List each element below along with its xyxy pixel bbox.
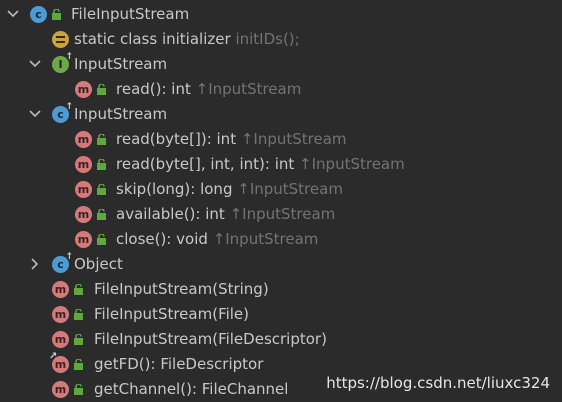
method-label: read(): int ↑InputStream (116, 77, 301, 102)
public-lock-icon (74, 284, 83, 295)
class-icon: c (30, 6, 47, 23)
method-icon: m (75, 231, 92, 248)
tree-node-interface-inputstream[interactable]: I ↑ InputStream (0, 52, 562, 77)
inherited-from-hint: ↑InputStream (299, 155, 405, 173)
public-lock-icon (97, 209, 106, 220)
method-icon: m (52, 381, 69, 398)
inherited-from-hint: ↑InputStream (229, 205, 336, 223)
public-lock-icon (74, 384, 83, 395)
inherited-from-hint: ↑InputStream (212, 230, 319, 248)
public-lock-icon (74, 359, 83, 370)
abstract-class-icon: c ↑ (52, 103, 73, 123)
member-label: getFD(): FileDescriptor (94, 355, 264, 373)
tree-node-object[interactable]: c ↑ Object (0, 252, 562, 277)
method-signature: available(): int (116, 205, 225, 223)
method-icon: m (52, 281, 69, 298)
method-icon: m (75, 181, 92, 198)
method-icon: m (75, 81, 92, 98)
inherited-from-hint: ↑InputStream (195, 80, 302, 98)
root-class-label: FileInputStream (71, 5, 190, 23)
method-icon: m (75, 206, 92, 223)
method-signature: read(byte[], int, int): int (116, 155, 295, 173)
initializer-name: static class initializer (74, 30, 231, 48)
tree-node-constructor[interactable]: m FileInputStream(FileDescriptor) (0, 327, 562, 352)
tree-node-method[interactable]: m read(byte[]): int ↑InputStream (0, 127, 562, 152)
method-label: available(): int ↑InputStream (116, 202, 335, 227)
member-label: FileInputStream(File) (94, 305, 250, 323)
tree-node-method[interactable]: m read(byte[], int, int): int ↑InputStre… (0, 152, 562, 177)
public-lock-icon (97, 84, 106, 95)
tree-node-method[interactable]: m available(): int ↑InputStream (0, 202, 562, 227)
tree-node-root[interactable]: c FileInputStream (0, 2, 562, 27)
method-icon: m (75, 156, 92, 173)
tree-node-constructor[interactable]: m FileInputStream(File) (0, 302, 562, 327)
tree-node-method[interactable]: m skip(long): long ↑InputStream (0, 177, 562, 202)
member-label: FileInputStream(FileDescriptor) (94, 330, 327, 348)
method-signature: read(): int (116, 80, 191, 98)
interface-icon: I ↑ (52, 53, 73, 73)
member-label: FileInputStream(String) (94, 280, 269, 298)
tree-node-class-inputstream[interactable]: c ↑ InputStream (0, 102, 562, 127)
public-lock-icon (52, 9, 61, 20)
inherited-from-hint: ↑InputStream (240, 130, 347, 148)
public-lock-icon (74, 334, 83, 345)
initializer-label: static class initializer initIDs(); (74, 27, 300, 52)
chevron-down-icon[interactable] (6, 2, 20, 27)
tree-node-initializer[interactable]: static class initializer initIDs(); (0, 27, 562, 52)
tree-node-method[interactable]: m close(): void ↑InputStream (0, 227, 562, 252)
tree-node-method[interactable]: m read(): int ↑InputStream (0, 77, 562, 102)
public-lock-icon (97, 134, 106, 145)
object-class-icon: c ↑ (52, 253, 73, 273)
method-icon: m (52, 306, 69, 323)
inherited-arrow-icon: ↑ (65, 252, 73, 262)
chevron-right-icon[interactable] (28, 252, 42, 277)
method-label: read(byte[], int, int): int ↑InputStream (116, 152, 405, 177)
tree-node-constructor[interactable]: m FileInputStream(String) (0, 277, 562, 302)
member-label: getChannel(): FileChannel (94, 380, 289, 398)
chevron-down-icon[interactable] (28, 52, 42, 77)
public-lock-icon (97, 184, 106, 195)
inherited-arrow-icon: ↑ (65, 52, 73, 62)
public-lock-icon (97, 159, 106, 170)
method-signature: read(byte[]): int (116, 130, 237, 148)
interface-group-label: InputStream (74, 55, 168, 73)
class-group-label: InputStream (74, 105, 168, 123)
inherited-arrow-icon: ↑ (65, 102, 73, 112)
method-signature: skip(long): long (116, 180, 233, 198)
initializer-icon (52, 31, 69, 48)
method-icon: m ↗ (49, 352, 69, 373)
public-lock-icon (97, 234, 106, 245)
method-icon: m (52, 331, 69, 348)
inherited-from-hint: ↑InputStream (237, 180, 343, 198)
method-label: close(): void ↑InputStream (116, 227, 318, 252)
method-signature: close(): void (116, 230, 208, 248)
initializer-hint: initIDs(); (235, 30, 300, 48)
method-label: skip(long): long ↑InputStream (116, 177, 343, 202)
watermark-text: https://blog.csdn.net/liuxc324 (326, 374, 550, 392)
public-lock-icon (74, 309, 83, 320)
method-label: read(byte[]): int ↑InputStream (116, 127, 347, 152)
final-marker-icon: ↗ (49, 351, 58, 362)
object-group-label: Object (74, 255, 123, 273)
chevron-down-icon[interactable] (28, 102, 42, 127)
structure-tree: c FileInputStream static class initializ… (0, 2, 562, 402)
method-icon: m (75, 131, 92, 148)
